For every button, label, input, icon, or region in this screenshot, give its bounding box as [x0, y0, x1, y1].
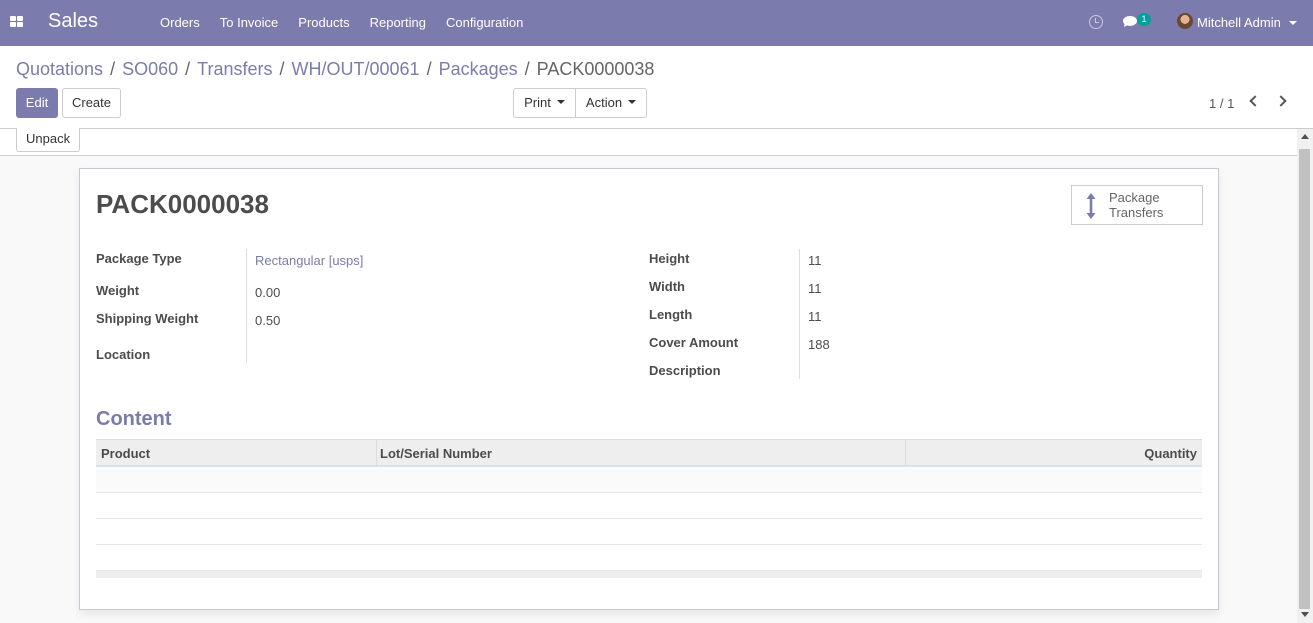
print-dropdown[interactable]: Print	[513, 88, 576, 118]
menu-orders[interactable]: Orders	[150, 0, 210, 46]
cover-amount-label: Cover Amount	[649, 335, 739, 350]
breadcrumb-wh-out[interactable]: WH/OUT/00061	[292, 59, 420, 80]
arrows-vertical-icon	[1086, 193, 1096, 219]
print-label: Print	[524, 95, 551, 110]
height-value[interactable]: 11	[808, 253, 822, 268]
cover-amount-value[interactable]: 188	[808, 337, 830, 352]
column-divider	[376, 440, 377, 466]
action-dropdown[interactable]: Action	[575, 88, 647, 118]
table-header: Product Lot/Serial Number Quantity	[96, 439, 1202, 467]
package-type-label: Package Type	[96, 251, 182, 266]
location-label: Location	[96, 347, 151, 362]
scrollbar-thumb[interactable]	[1299, 149, 1310, 609]
main-menu: Orders To Invoice Products Reporting Con…	[150, 0, 533, 46]
scroll-up-arrow-icon[interactable]	[1301, 134, 1309, 139]
breadcrumb-separator: /	[279, 59, 285, 79]
unpack-button[interactable]: Unpack	[16, 128, 81, 152]
edit-button[interactable]: Edit	[16, 88, 58, 118]
menu-configuration[interactable]: Configuration	[436, 0, 533, 46]
control-panel: Quotations / SO060 / Transfers / WH/OUT/…	[0, 46, 1313, 129]
weight-label: Weight	[96, 283, 140, 298]
column-quantity[interactable]: Quantity	[1144, 446, 1197, 461]
activity-clock-icon[interactable]	[1089, 15, 1103, 29]
menu-products[interactable]: Products	[288, 0, 359, 46]
top-navbar: Sales Orders To Invoice Products Reporti…	[0, 0, 1313, 46]
smart-button-line2: Transfers	[1109, 205, 1164, 220]
menu-reporting[interactable]: Reporting	[360, 0, 436, 46]
user-avatar[interactable]	[1177, 13, 1193, 29]
form-statusbar: Unpack	[0, 128, 1297, 156]
breadcrumb-packages[interactable]: Packages	[439, 59, 518, 80]
shipping-weight-label: Shipping Weight	[96, 311, 199, 326]
vertical-scrollbar[interactable]	[1297, 129, 1313, 623]
table-row	[96, 467, 1202, 493]
chevron-down-icon	[556, 100, 565, 105]
package-type-value[interactable]: Rectangular [usps]	[255, 253, 363, 268]
breadcrumb-separator: /	[524, 59, 530, 79]
weight-value[interactable]: 0.00	[255, 285, 280, 300]
smart-button-line1: Package	[1109, 190, 1160, 205]
column-divider	[905, 440, 906, 466]
content-section-title: Content	[96, 408, 172, 430]
chat-icon[interactable]	[1123, 16, 1137, 27]
record-title: PACK0000038	[96, 189, 269, 219]
scroll-down-arrow-icon[interactable]	[1301, 612, 1309, 617]
length-value[interactable]: 11	[808, 309, 822, 324]
column-lot-serial[interactable]: Lot/Serial Number	[380, 446, 492, 461]
chat-badge: 1	[1137, 13, 1151, 26]
width-value[interactable]: 11	[808, 281, 822, 296]
breadcrumb-separator: /	[426, 59, 432, 79]
user-menu[interactable]: Mitchell Admin	[1197, 15, 1281, 30]
height-label: Height	[649, 251, 690, 266]
table-footer	[96, 571, 1202, 578]
breadcrumb-separator: /	[110, 59, 116, 79]
breadcrumb-transfers[interactable]: Transfers	[197, 59, 272, 80]
breadcrumb-current: PACK0000038	[536, 59, 655, 79]
table-row	[96, 545, 1202, 571]
field-divider	[799, 249, 800, 379]
content-table: Product Lot/Serial Number Quantity	[96, 439, 1202, 578]
app-brand[interactable]: Sales	[48, 10, 98, 33]
pager-value[interactable]: 1 / 1	[1209, 96, 1234, 111]
breadcrumb-so060[interactable]: SO060	[122, 59, 178, 80]
table-row	[96, 493, 1202, 519]
pager-previous-icon[interactable]	[1249, 95, 1261, 107]
length-label: Length	[649, 307, 693, 322]
apps-menu-icon[interactable]	[10, 16, 23, 27]
description-label: Description	[649, 363, 721, 378]
width-label: Width	[649, 279, 685, 294]
breadcrumb: Quotations / SO060 / Transfers / WH/OUT/…	[16, 59, 654, 80]
action-label: Action	[585, 95, 623, 110]
pager-next-icon[interactable]	[1275, 95, 1287, 107]
menu-to-invoice[interactable]: To Invoice	[210, 0, 289, 46]
package-transfers-button[interactable]: Package Transfers	[1071, 185, 1203, 225]
create-button[interactable]: Create	[62, 88, 121, 118]
form-sheet: PACK0000038 Package Transfers Package Ty…	[79, 168, 1219, 610]
smart-button-label: Package Transfers	[1109, 190, 1163, 220]
column-product[interactable]: Product	[101, 446, 150, 461]
table-row	[96, 519, 1202, 545]
chevron-down-icon	[628, 100, 637, 105]
shipping-weight-value[interactable]: 0.50	[255, 313, 280, 328]
breadcrumb-separator: /	[185, 59, 191, 79]
user-menu-caret-icon[interactable]	[1289, 21, 1297, 25]
breadcrumb-quotations[interactable]: Quotations	[16, 59, 103, 80]
field-divider	[246, 249, 247, 363]
